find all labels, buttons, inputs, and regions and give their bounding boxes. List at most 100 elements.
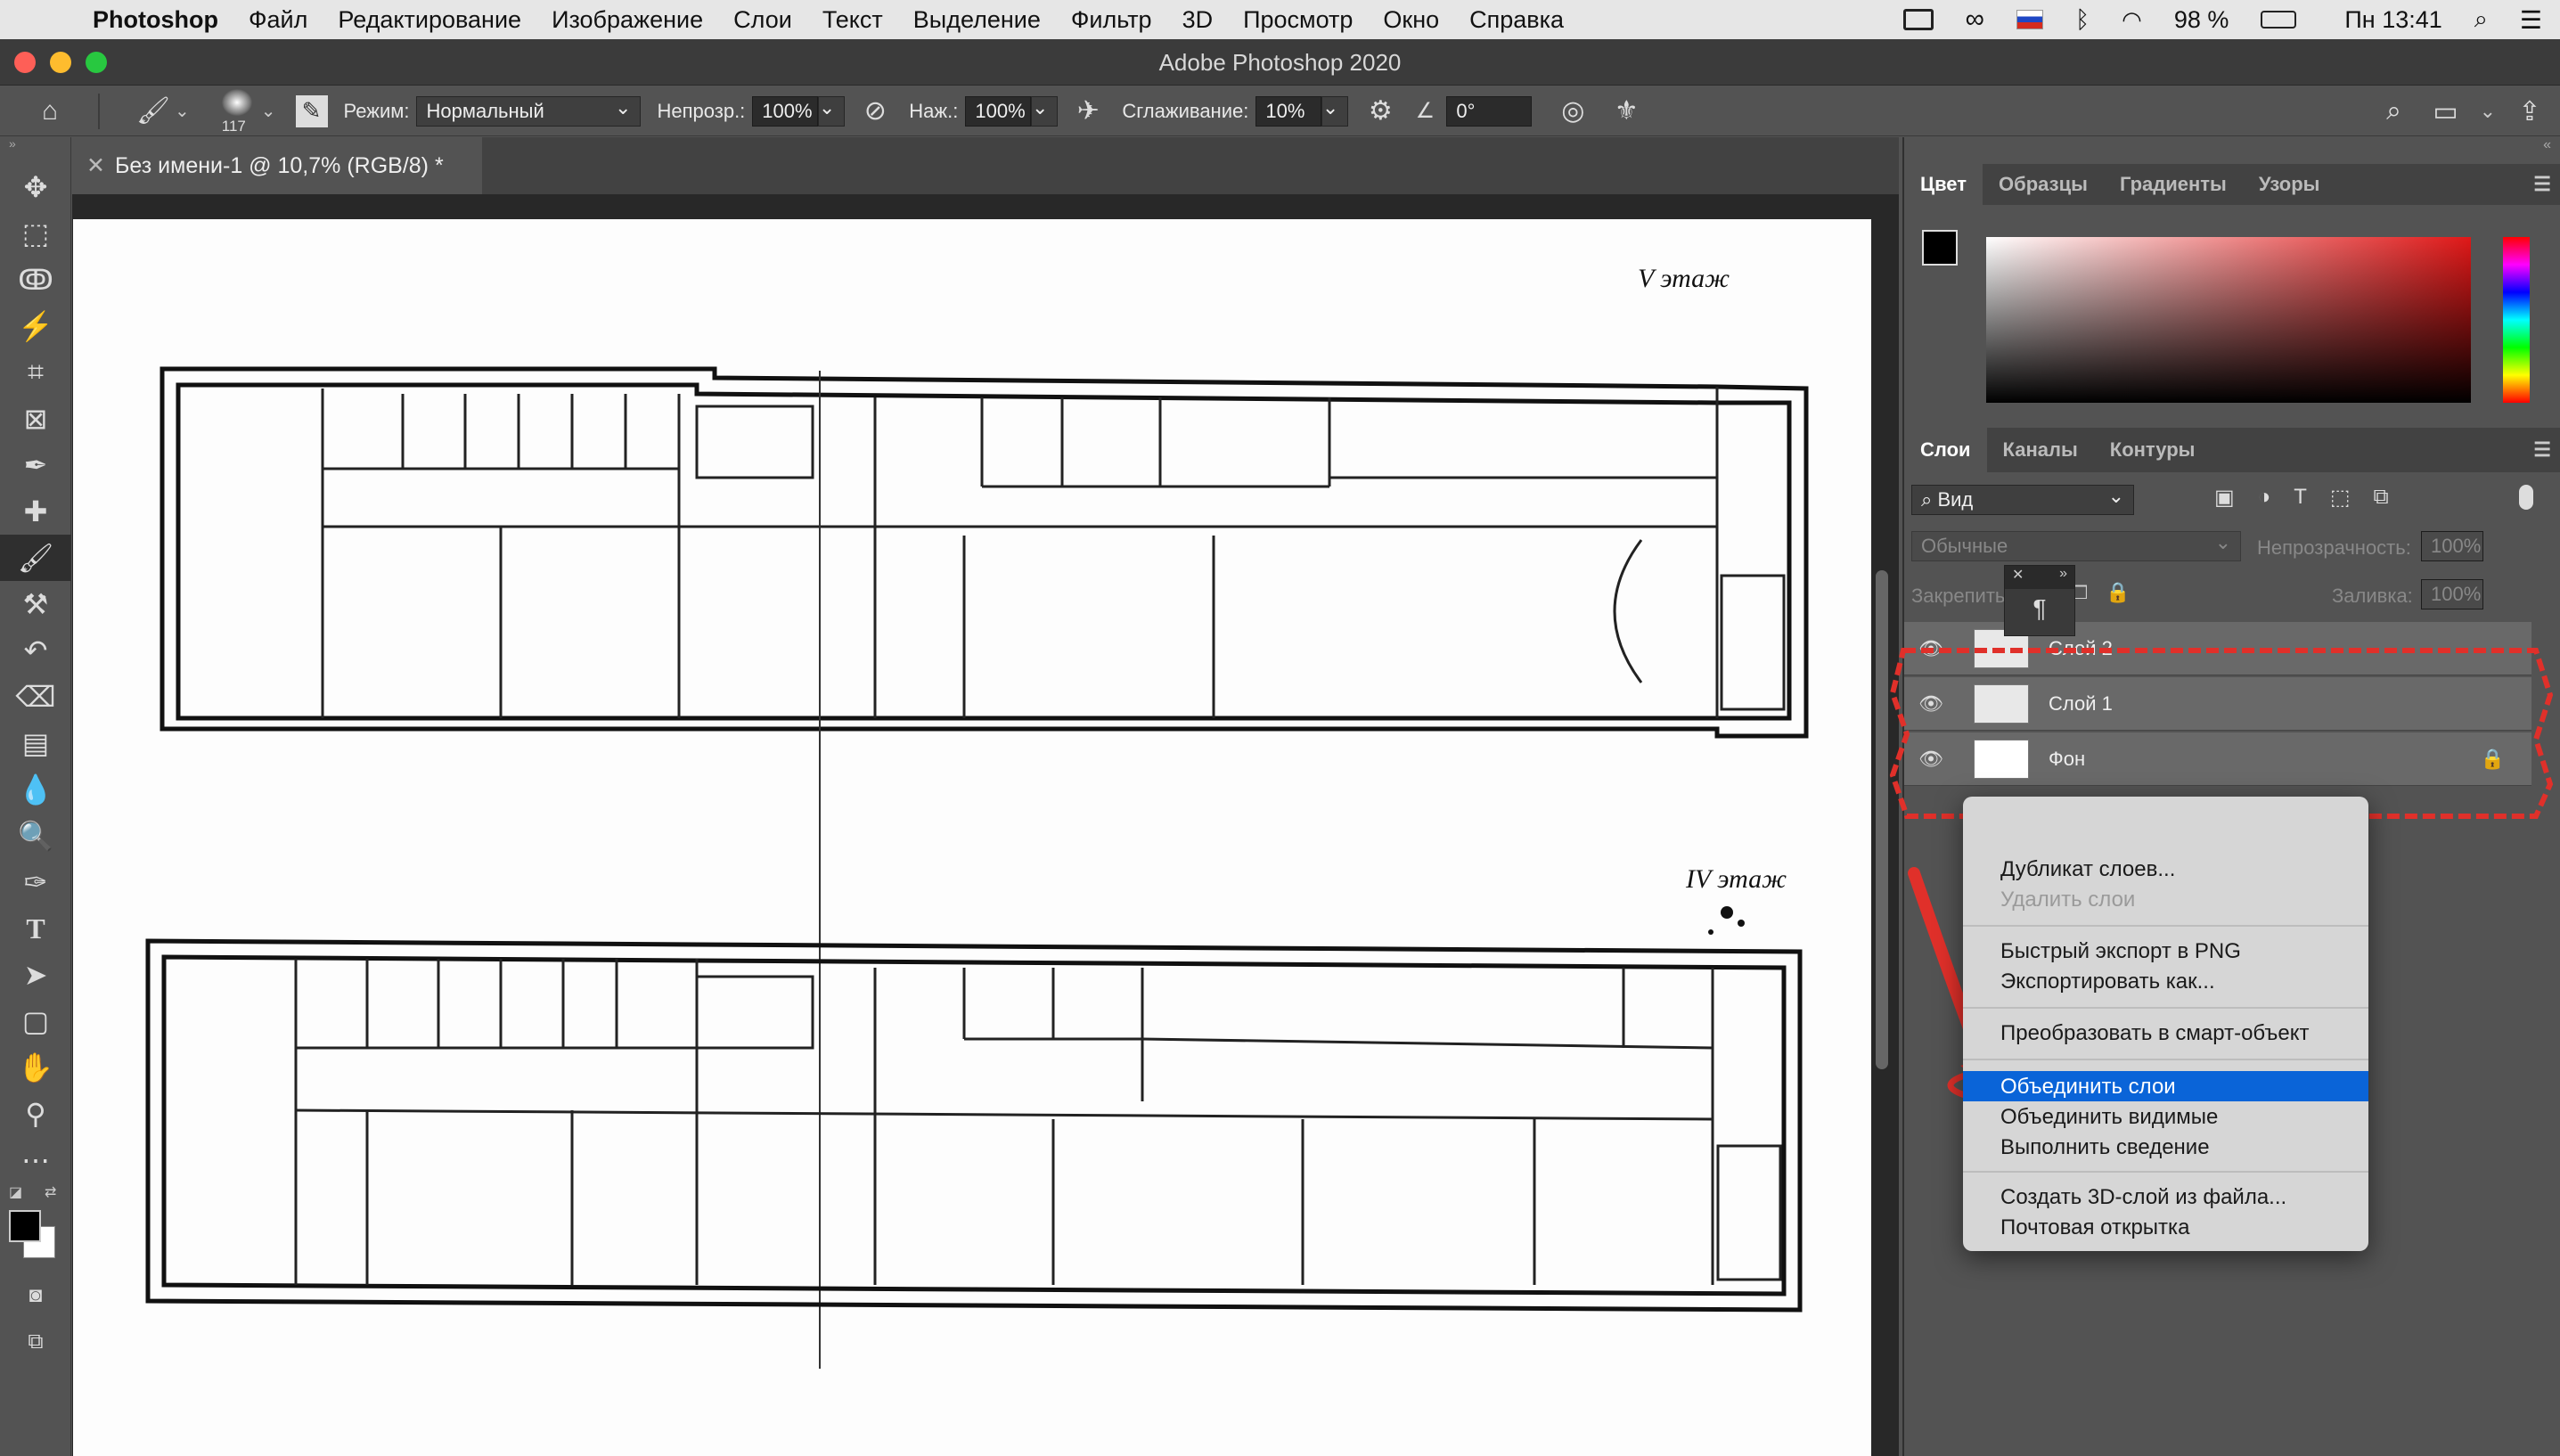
pressure-dropdown[interactable] (1031, 94, 1059, 127)
menu-item-convert-smart-object[interactable]: Преобразовать в смарт-объект (2000, 1021, 2310, 1046)
hue-slider[interactable] (2503, 237, 2530, 403)
type-tool-icon[interactable]: T (0, 905, 71, 952)
filter-adjustment-icon[interactable]: ◑ (2258, 485, 2271, 511)
menu-filter[interactable]: Фильтр (1071, 6, 1152, 34)
tab-channels[interactable]: Каналы (1987, 428, 2094, 472)
expand-icon[interactable]: » (2059, 566, 2067, 589)
layer-filter-select[interactable]: ⌕ Вид (1911, 482, 2134, 515)
pen-tool-icon[interactable]: ✑ (0, 859, 71, 905)
menu-file[interactable]: Файл (249, 6, 307, 34)
menu-3d[interactable]: 3D (1182, 6, 1214, 34)
filter-smart-icon[interactable]: ⧉ (2374, 485, 2389, 511)
chevron-down-icon[interactable]: ⌄ (175, 100, 190, 122)
brush-settings-icon[interactable]: ✎ (295, 94, 328, 127)
chevron-down-icon[interactable]: ⌄ (2480, 100, 2496, 123)
expand-icon[interactable]: « (1904, 137, 2560, 164)
eye-icon[interactable]: 👁 (1904, 637, 1958, 660)
default-colors-icon[interactable]: ◪ (9, 1183, 22, 1201)
airbrush-icon[interactable]: ✈ (1070, 94, 1106, 129)
menu-item-duplicate-layers[interactable]: Дубликат слоев... (2000, 857, 2175, 882)
shape-tool-icon[interactable]: ▢ (0, 998, 71, 1044)
mode-select[interactable]: Нормальный (416, 94, 642, 127)
menu-layers[interactable]: Слои (733, 6, 792, 34)
minimize-window-button[interactable] (50, 52, 71, 73)
menu-window[interactable]: Окно (1383, 6, 1439, 34)
blend-mode-select[interactable]: Обычные (1911, 528, 2241, 561)
layer-row[interactable]: 👁 Фон 🔒 (1904, 732, 2531, 786)
brush-preset-picker[interactable]: 117 (217, 87, 256, 135)
brush-tool-icon[interactable]: 🖌 (0, 535, 71, 581)
opacity-dropdown[interactable] (818, 94, 846, 127)
screen-mode-icon[interactable]: ⧉ (0, 1319, 71, 1365)
panel-menu-icon[interactable]: ☰ (2533, 428, 2560, 472)
panel-menu-icon[interactable]: ☰ (2533, 164, 2560, 205)
layer-row[interactable]: 👁 Слой 1 (1904, 677, 2531, 731)
menu-select[interactable]: Выделение (913, 6, 1041, 34)
tab-layers[interactable]: Слои (1904, 428, 1987, 472)
smoothing-dropdown[interactable] (1321, 94, 1349, 127)
menu-item-merge-layers[interactable]: Объединить слои (2000, 1075, 2176, 1100)
menu-app-name[interactable]: Photoshop (93, 6, 218, 34)
close-window-button[interactable] (14, 52, 36, 73)
magic-wand-icon[interactable]: ⚡ (0, 303, 71, 349)
layer-name[interactable]: Слой 1 (2049, 692, 2113, 716)
pressure-opacity-icon[interactable]: ⊘ (857, 94, 893, 129)
document-tab[interactable]: ✕ Без имени-1 @ 10,7% (RGB/8) * (72, 137, 482, 194)
path-select-icon[interactable]: ➤ (0, 952, 71, 998)
hand-tool-icon[interactable]: ✋ (0, 1044, 71, 1091)
history-brush-icon[interactable]: ↶ (0, 627, 71, 674)
chevron-down-icon[interactable]: ⌄ (261, 100, 276, 122)
layer-name[interactable]: Слой 2 (2049, 637, 2113, 660)
angle-input[interactable]: 0° (1446, 95, 1533, 127)
close-icon[interactable]: ✕ (86, 137, 105, 194)
opacity-input[interactable]: 100% (752, 95, 819, 127)
menu-item-postcard[interactable]: Почтовая открытка (2000, 1215, 2189, 1240)
collapse-icon[interactable]: » (0, 137, 70, 150)
bluetooth-icon[interactable]: ᛒ (2075, 6, 2090, 34)
tab-swatches[interactable]: Образцы (1983, 164, 2104, 205)
foreground-color-swatch[interactable] (1922, 230, 1958, 266)
filter-type-icon[interactable]: T (2294, 485, 2307, 511)
filter-toggle[interactable] (2519, 485, 2533, 510)
lock-all-icon[interactable]: 🔒 (2106, 581, 2130, 604)
symmetry-icon[interactable]: ⚜ (1608, 94, 1644, 129)
notification-center-icon[interactable]: ☰ (2520, 5, 2542, 35)
paragraph-icon[interactable]: ¶ (2005, 594, 2074, 623)
tab-color[interactable]: Цвет (1904, 164, 1983, 205)
gear-icon[interactable]: ⚙ (1362, 94, 1398, 129)
fill-input[interactable]: 100% (2421, 579, 2483, 609)
canvas-scrollbar[interactable] (1876, 570, 1888, 1069)
menu-item-merge-visible[interactable]: Объединить видимые (2000, 1105, 2218, 1130)
spotlight-icon[interactable]: ⌕ (2474, 5, 2488, 34)
frame-tool-icon[interactable]: ⊠ (0, 396, 71, 442)
menu-item-flatten-image[interactable]: Выполнить сведение (2000, 1135, 2210, 1160)
wifi-icon[interactable]: ◠ (2122, 6, 2142, 34)
share-icon[interactable]: ⇪ (2512, 94, 2548, 129)
menu-item-new-3d-layer[interactable]: Создать 3D-слой из файла... (2000, 1185, 2286, 1210)
layer-opacity-input[interactable]: 100% (2421, 531, 2483, 561)
canvas-area[interactable]: V этаж IV этаж (72, 194, 1899, 1456)
blur-tool-icon[interactable]: 💧 (0, 766, 71, 813)
crop-tool-icon[interactable]: ⌗ (0, 349, 71, 396)
tab-patterns[interactable]: Узоры (2243, 164, 2336, 205)
filter-shape-icon[interactable]: ⬚ (2330, 485, 2351, 511)
menu-text[interactable]: Текст (822, 6, 883, 34)
saturation-brightness-field[interactable] (1986, 237, 2471, 403)
layer-name[interactable]: Фон (2049, 748, 2085, 771)
dodge-tool-icon[interactable]: 🔍 (0, 813, 71, 859)
flag-icon[interactable] (2016, 10, 2043, 29)
smoothing-input[interactable]: 10% (1255, 95, 1322, 127)
tab-gradients[interactable]: Градиенты (2104, 164, 2243, 205)
stamp-tool-icon[interactable]: ⚒ (0, 581, 71, 627)
more-tools-icon[interactable]: ⋯ (0, 1137, 71, 1183)
menu-image[interactable]: Изображение (552, 6, 703, 34)
menu-item-export-as[interactable]: Экспортировать как... (2000, 969, 2215, 994)
marquee-tool-icon[interactable]: ⬚ (0, 210, 71, 257)
move-tool-icon[interactable]: ✥ (0, 164, 71, 210)
zoom-window-button[interactable] (86, 52, 107, 73)
home-icon[interactable]: ⌂ (32, 94, 68, 129)
swap-colors-icon[interactable]: ⇄ (45, 1183, 56, 1201)
lasso-tool-icon[interactable]: ↂ (0, 257, 71, 303)
document-canvas[interactable]: V этаж IV этаж (73, 219, 1871, 1456)
display-icon[interactable] (1902, 9, 1934, 30)
